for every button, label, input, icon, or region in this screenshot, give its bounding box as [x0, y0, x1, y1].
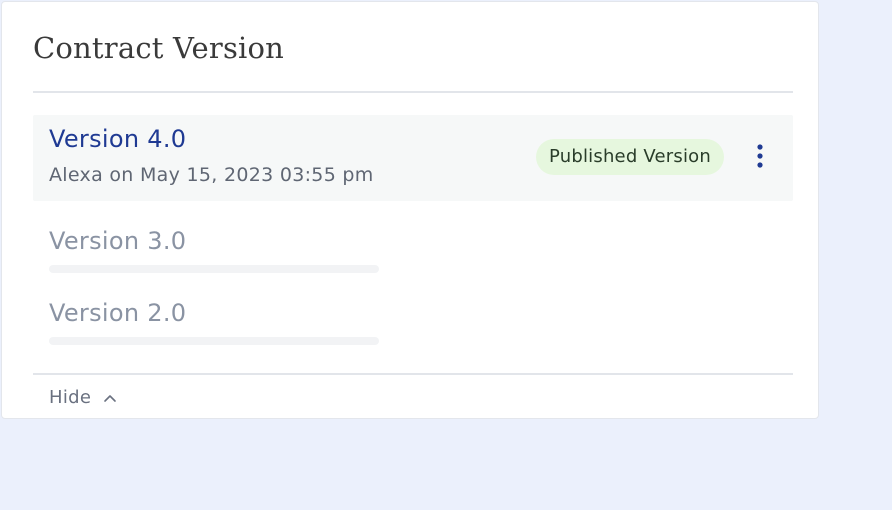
kebab-vertical-icon	[757, 144, 763, 168]
footer-divider	[33, 373, 793, 375]
version-title[interactable]: Version 4.0	[49, 123, 186, 155]
hide-label: Hide	[49, 387, 92, 408]
version-title[interactable]: Version 3.0	[49, 225, 186, 257]
more-options-button[interactable]	[749, 141, 771, 173]
version-author-date: Alexa on May 15, 2023 03:55 pm	[49, 164, 374, 186]
version-item[interactable]: Version 3.0	[33, 222, 393, 280]
status-badge: Published Version	[536, 139, 724, 175]
version-item-current[interactable]: Version 4.0 Alexa on May 15, 2023 03:55 …	[33, 115, 793, 201]
loading-placeholder	[49, 265, 379, 273]
title-divider	[33, 91, 793, 93]
chevron-up-icon	[104, 395, 117, 402]
card-title: Contract Version	[33, 31, 285, 65]
loading-placeholder	[49, 337, 379, 345]
hide-toggle-button[interactable]: Hide	[49, 385, 117, 411]
version-item[interactable]: Version 2.0	[33, 294, 393, 352]
version-title[interactable]: Version 2.0	[49, 297, 186, 329]
contract-version-card: Contract Version Version 4.0 Alexa on Ma…	[1, 1, 819, 419]
